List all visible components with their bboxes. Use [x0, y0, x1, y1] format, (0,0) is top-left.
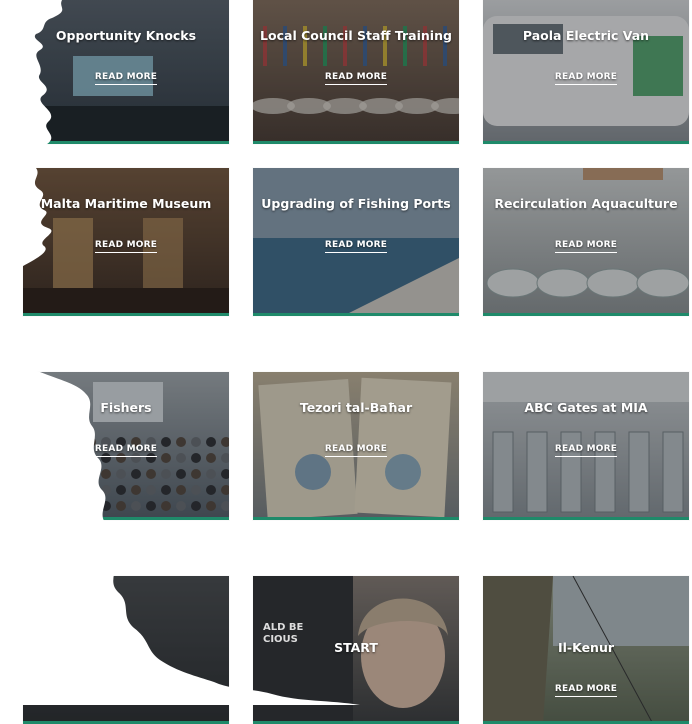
- read-more-link[interactable]: READ MORE: [554, 240, 618, 253]
- card-title: Local Council Staff Training: [260, 28, 452, 43]
- card-accent-strip: [23, 141, 229, 144]
- project-card[interactable]: Tezori tal-Baħar READ MORE: [253, 372, 459, 520]
- card-title: Paola Electric Van: [522, 28, 650, 43]
- card-accent-strip: [23, 517, 229, 520]
- read-more-link[interactable]: READ MORE: [324, 72, 388, 85]
- card-title: Fishers: [100, 400, 152, 415]
- read-more-link[interactable]: READ MORE: [94, 444, 158, 457]
- project-card[interactable]: ABC Gates at MIA READ MORE: [483, 372, 689, 520]
- project-card[interactable]: Recirculation Aquaculture READ MORE: [483, 168, 689, 316]
- card-accent-strip: [23, 313, 229, 316]
- card-title: Tezori tal-Baħar: [299, 400, 413, 415]
- read-more-link[interactable]: READ MORE: [554, 684, 618, 697]
- project-card[interactable]: Paola Electric Van READ MORE: [483, 0, 689, 144]
- project-card[interactable]: Il-Kenur READ MORE: [483, 576, 689, 724]
- project-card[interactable]: Opportunity Knocks READ MORE: [23, 0, 229, 144]
- read-more-link[interactable]: READ MORE: [554, 444, 618, 457]
- project-card[interactable]: Local Council Staff Training READ MORE: [253, 0, 459, 144]
- card-accent-strip: [483, 517, 689, 520]
- project-card[interactable]: Fishers READ MORE: [23, 372, 229, 520]
- card-accent-strip: [253, 313, 459, 316]
- card-title: ABC Gates at MIA: [524, 400, 648, 415]
- card-accent-strip: [253, 517, 459, 520]
- card-accent-strip: [253, 141, 459, 144]
- card-shade: [23, 576, 229, 724]
- card-title: Opportunity Knocks: [55, 28, 197, 43]
- read-more-link[interactable]: READ MORE: [324, 444, 388, 457]
- card-title: Recirculation Aquaculture: [494, 196, 678, 211]
- project-card[interactable]: [23, 576, 229, 724]
- card-title: Malta Maritime Museum: [40, 196, 212, 211]
- project-card[interactable]: ALD BE CIOUS START: [253, 576, 459, 724]
- read-more-link[interactable]: READ MORE: [324, 240, 388, 253]
- project-card[interactable]: Malta Maritime Museum READ MORE: [23, 168, 229, 316]
- card-accent-strip: [483, 313, 689, 316]
- card-title: Upgrading of Fishing Ports: [261, 196, 451, 211]
- project-card[interactable]: Upgrading of Fishing Ports READ MORE: [253, 168, 459, 316]
- card-title: START: [334, 640, 378, 655]
- card-accent-strip: [483, 141, 689, 144]
- read-more-link[interactable]: READ MORE: [94, 240, 158, 253]
- read-more-link[interactable]: READ MORE: [94, 72, 158, 85]
- project-grid: Opportunity Knocks READ MORE Local Council…: [0, 0, 692, 724]
- read-more-link[interactable]: READ MORE: [554, 72, 618, 85]
- card-title: Il-Kenur: [557, 640, 615, 655]
